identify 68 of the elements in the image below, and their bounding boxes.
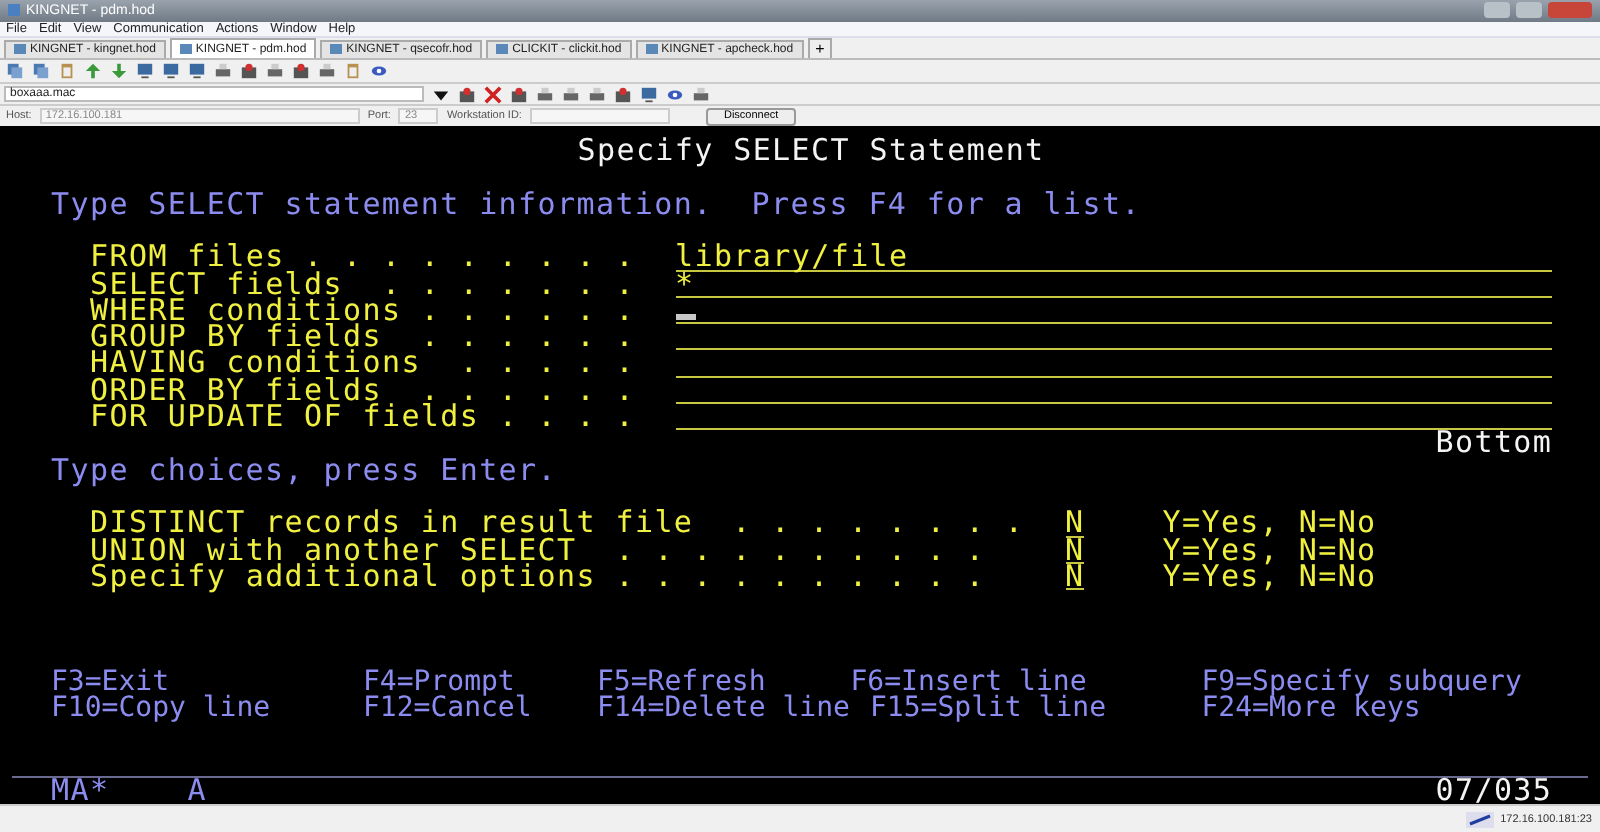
macro-icon[interactable] [510,85,528,104]
text-cursor [675,313,695,320]
macro-icon[interactable] [458,85,476,104]
printer-icon[interactable] [214,62,232,81]
position-indicator: Bottom [1435,430,1553,458]
function-key[interactable]: F5=Refresh [597,670,792,697]
eye-icon[interactable] [370,62,388,81]
app-icon [8,4,20,17]
option-hint: Y=Yes, N=No [1162,510,1377,538]
stop-icon[interactable] [484,85,502,104]
monitor-icon[interactable] [640,85,658,104]
printer-icon[interactable] [318,62,336,81]
macro-icon[interactable] [614,85,632,104]
printer-icon[interactable] [266,62,284,81]
macro-icon[interactable] [292,62,310,81]
instruction-text: Type SELECT statement information. Press F4 for a list. [51,191,1143,218]
field-label: WHERE conditions . . . . . . [90,297,636,325]
monitor-icon [14,44,26,57]
screen-title: Specify SELECT Statement [577,138,1046,165]
monitor-icon[interactable] [162,62,180,81]
printer-icon[interactable] [588,85,606,104]
function-key[interactable]: F15=Split line [870,696,1143,724]
option-hint: Y=Yes, N=No [1162,563,1377,591]
function-key[interactable]: F6=Insert line [850,670,1124,697]
operator-mode: MA* [51,778,110,805]
monitor-icon [645,44,658,57]
field-label: HAVING conditions . . . . . [90,350,636,378]
function-key[interactable]: F10=Copy line [51,696,305,724]
function-key[interactable]: F4=Prompt [363,670,539,697]
function-key[interactable]: F9=Specify subquery [1201,670,1572,697]
input-field[interactable]: library/file [675,244,1553,272]
function-key[interactable]: F24=More keys [1201,696,1455,724]
input-field[interactable]: N [1065,563,1085,591]
field-label: FOR UPDATE OF fields . . . . [90,404,636,431]
paste-icon[interactable] [344,62,362,81]
monitor-icon[interactable] [136,62,154,81]
field-label: FROM files . . . . . . . . . [90,244,636,272]
workstation-field[interactable] [529,108,670,125]
printer-icon[interactable] [536,85,554,104]
printer-icon[interactable] [562,85,580,104]
printer-icon[interactable] [692,85,710,104]
macro-icon[interactable] [240,62,258,81]
function-key[interactable]: F3=Exit [51,670,188,697]
monitor-icon [330,44,343,57]
upload-icon[interactable] [84,62,102,81]
option-label: DISTINCT records in result file . . . . . . . . [90,510,1026,538]
connection-icon [1466,811,1495,828]
field-label: ORDER BY fields . . . . . . [90,377,636,405]
input-field[interactable]: * [675,271,1553,298]
operator-indicator: A [187,778,207,805]
option-hint: Y=Yes, N=No [1162,537,1377,564]
caret-icon[interactable] [432,85,450,104]
field-label: SELECT fields . . . . . . . [90,271,636,298]
input-field[interactable]: N [1065,510,1085,538]
new-tab-button[interactable]: + [807,38,833,59]
input-field[interactable]: N [1065,537,1085,564]
eye-icon[interactable] [666,85,684,104]
monitor-icon [496,44,509,57]
monitor-icon [179,43,192,56]
paste-icon[interactable] [58,62,76,81]
download-icon[interactable] [110,62,128,81]
function-key[interactable]: F12=Cancel [363,696,558,724]
field-label: GROUP BY fields . . . . . . [90,324,636,351]
choices-prompt: Type choices, press Enter. [51,457,558,484]
option-label: UNION with another SELECT . . . . . . . . . . [90,537,987,564]
monitor-icon[interactable] [188,62,206,81]
option-label: Specify additional options . . . . . . . . . . [90,563,987,591]
cursor-position: 07/035 [1435,778,1553,805]
